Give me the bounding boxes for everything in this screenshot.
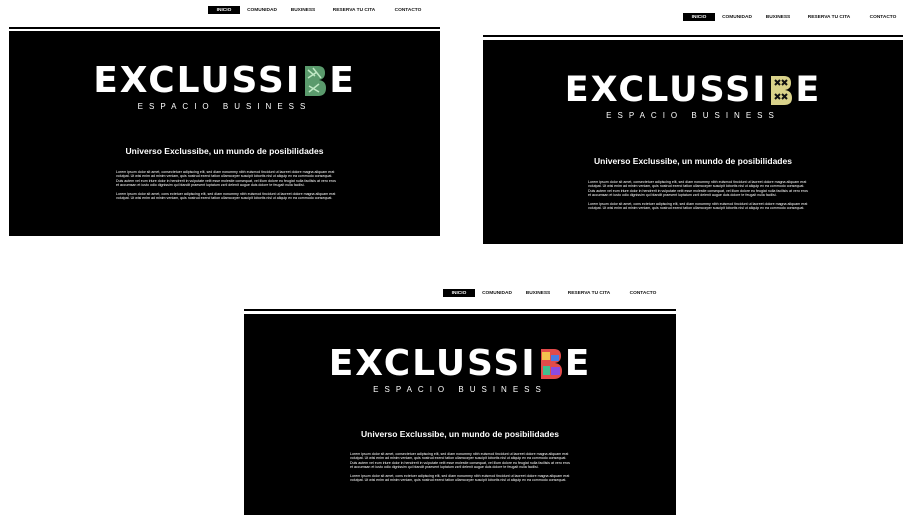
paragraph-1: Lorem ipsum dolor sit amet, consectetuer… [350, 452, 570, 470]
b-letter-green [303, 64, 327, 98]
paragraph-2: Lorem ipsum dolor sit amet, cons ectetue… [116, 191, 336, 201]
nav-comunidad[interactable]: COMUNIDAD [240, 6, 284, 14]
nav-buxiness[interactable]: BUXINESS [519, 289, 557, 297]
pattern-b-icon [305, 66, 327, 96]
top-nav: INICIO COMUNIDAD BUXINESS RESERVA TU CIT… [443, 289, 665, 297]
hero-section: EXCLUSSI E ESPACIO BUSINESS Universo Exc… [244, 314, 676, 515]
nav-comunidad[interactable]: COMUNIDAD [715, 13, 759, 21]
paragraph-1: Lorem ipsum dolor sit amet, consectetuer… [588, 180, 808, 198]
paragraph-1: Lorem ipsum dolor sit amet, consectetuer… [116, 170, 336, 188]
brand-logo: EXCLUSSI E [9, 63, 440, 99]
nav-reserva[interactable]: RESERVA TU CITA [322, 6, 386, 14]
b-letter-multicolor [539, 347, 563, 381]
headline: Universo Exclussibe, un mundo de posibil… [125, 146, 324, 156]
brand-subtitle: ESPACIO BUSINESS [137, 102, 312, 111]
body-text: Lorem ipsum dolor sit amet, consectetuer… [588, 180, 810, 215]
brand-name-prefix: EXCLUSSI [328, 343, 537, 384]
brand-name-suffix: E [564, 343, 592, 384]
brand-logo: EXCLUSSI E [244, 346, 676, 382]
brand-subtitle: ESPACIO BUSINESS [373, 385, 547, 394]
brand-name-prefix: EXCLUSSI [93, 60, 302, 101]
brand-name-prefix: EXCLUSSI [564, 70, 768, 110]
cross-b-icon [771, 76, 793, 105]
b-letter-cream [769, 74, 793, 107]
brand-name-suffix: E [795, 70, 822, 110]
hero-section: EXCLUSSI E ESPACIO BUSINESS Universo Exc… [9, 31, 440, 236]
nav-comunidad[interactable]: COMUNIDAD [475, 289, 519, 297]
header-rule [483, 35, 903, 37]
nav-buxiness[interactable]: BUXINESS [759, 13, 797, 21]
nav-inicio[interactable]: INICIO [683, 13, 715, 21]
nav-reserva[interactable]: RESERVA TU CITA [557, 289, 621, 297]
top-nav: INICIO COMUNIDAD BUXINESS RESERVA TU CIT… [683, 13, 903, 21]
nav-contacto[interactable]: CONTACTO [861, 13, 903, 21]
header-rule [9, 27, 440, 29]
headline: Universo Exclussibe, un mundo de posibil… [361, 429, 559, 439]
body-text: Lorem ipsum dolor sit amet, consectetuer… [116, 170, 338, 205]
headline: Universo Exclussibe, un mundo de posibil… [594, 156, 792, 166]
paragraph-2: Lorem ipsum dolor sit amet, cons ectetue… [588, 201, 808, 211]
body-text: Lorem ipsum dolor sit amet, consectetuer… [350, 452, 572, 487]
nav-reserva[interactable]: RESERVA TU CITA [797, 13, 861, 21]
hero-section: EXCLUSSI E ESPACIO BUSINESS Universo Exc… [483, 40, 903, 244]
top-nav: INICIO COMUNIDAD BUXINESS RESERVA TU CIT… [208, 6, 430, 14]
header-rule [244, 309, 676, 311]
brand-logo: EXCLUSSI E [483, 73, 903, 108]
nav-inicio[interactable]: INICIO [443, 289, 475, 297]
multicolor-b-icon [540, 349, 562, 379]
nav-buxiness[interactable]: BUXINESS [284, 6, 322, 14]
paragraph-2: Lorem ipsum dolor sit amet, cons ectetue… [350, 473, 570, 483]
brand-subtitle: ESPACIO BUSINESS [606, 111, 780, 120]
brand-name-suffix: E [329, 60, 356, 101]
nav-contacto[interactable]: CONTACTO [386, 6, 430, 14]
nav-contacto[interactable]: CONTACTO [621, 289, 665, 297]
nav-inicio[interactable]: INICIO [208, 6, 240, 14]
